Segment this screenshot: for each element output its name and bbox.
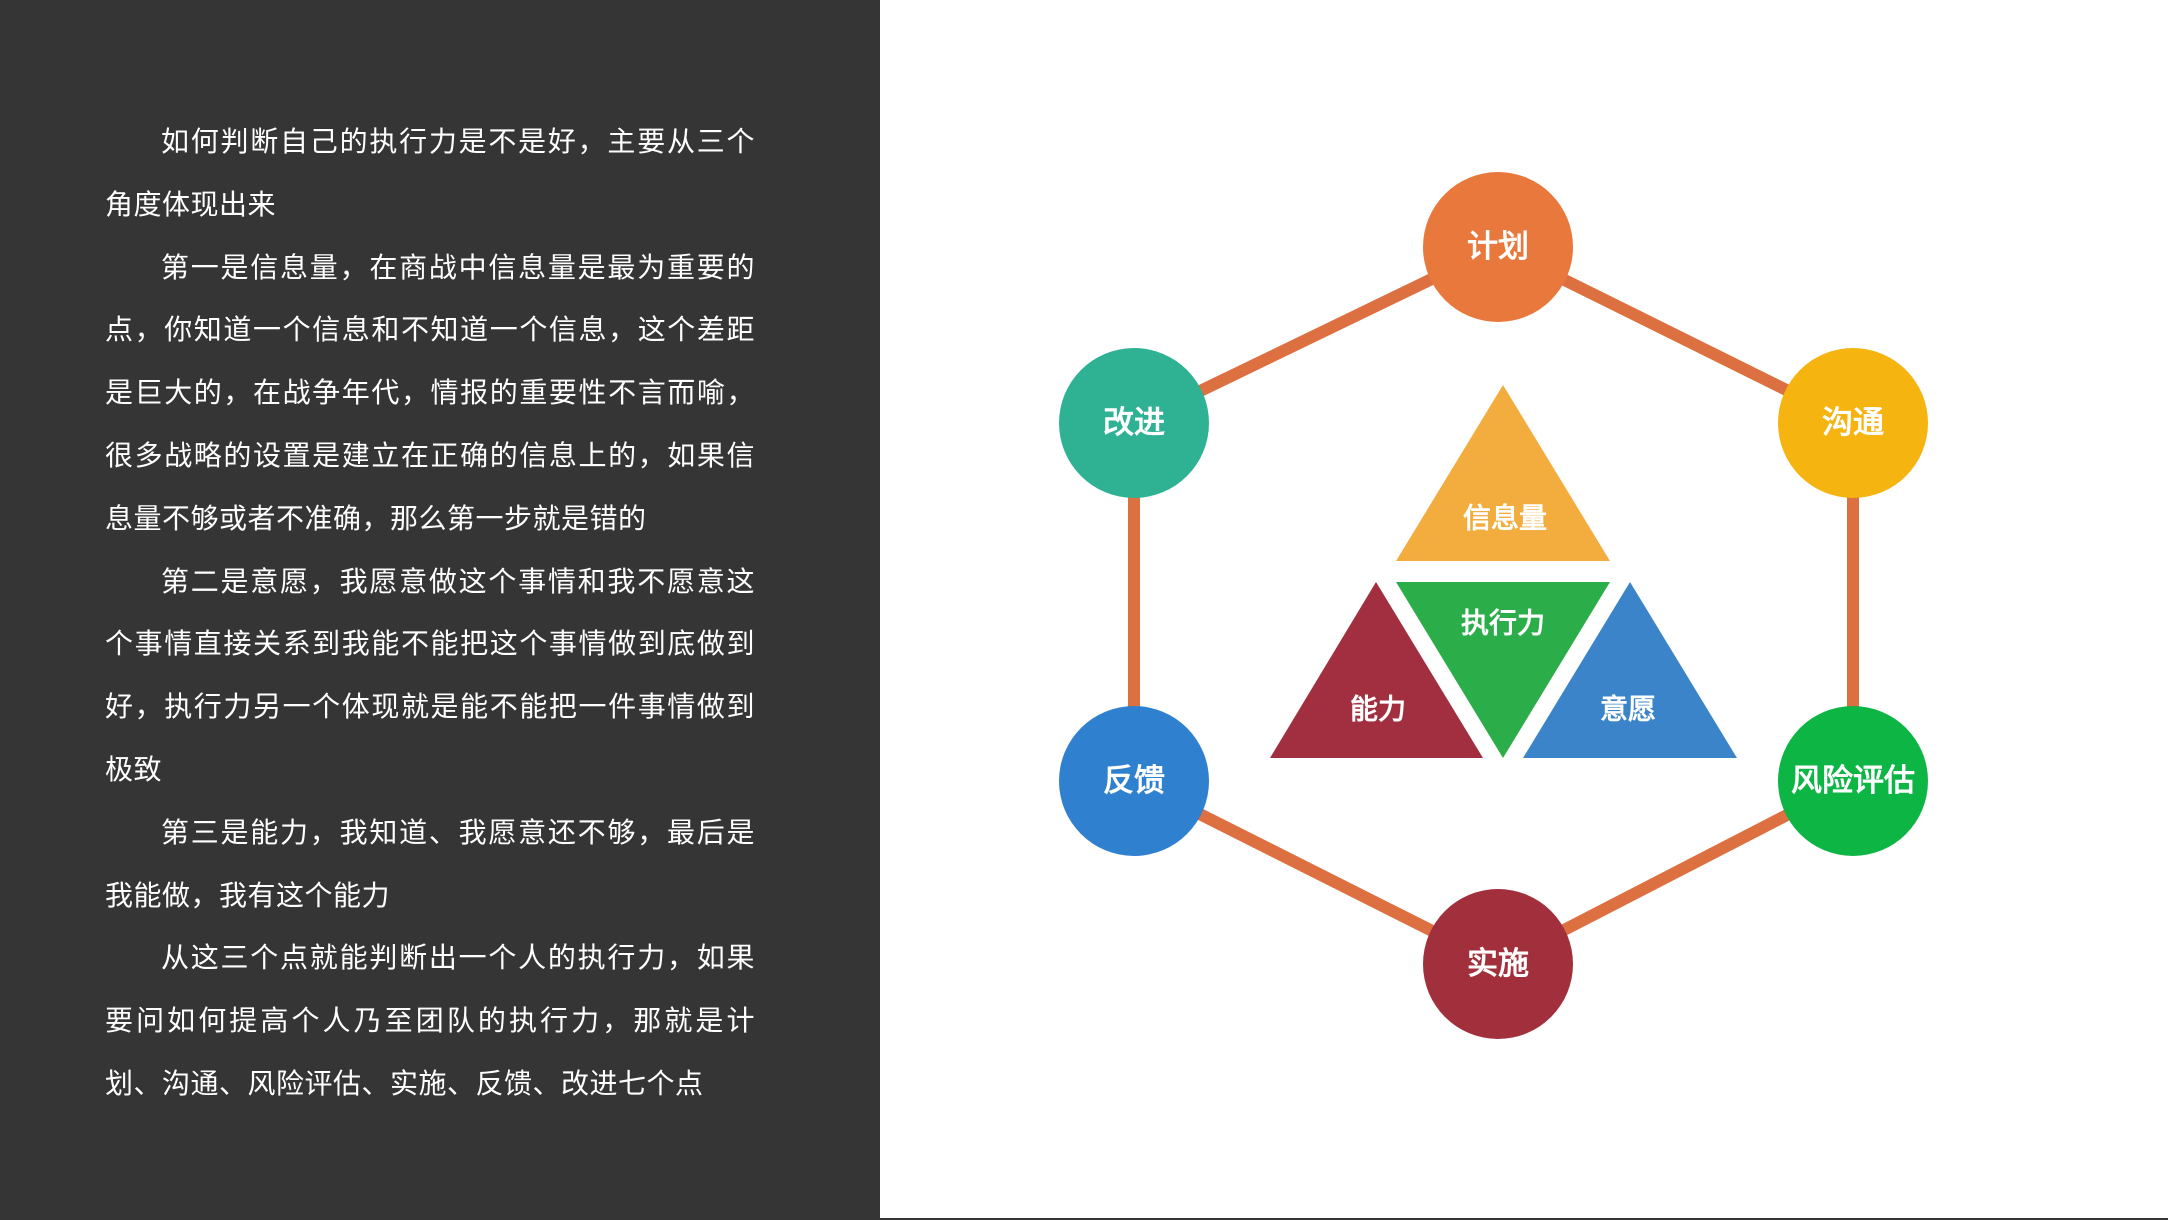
node-risk-assessment: 风险评估	[1778, 706, 1928, 856]
node-communication: 沟通	[1778, 348, 1928, 498]
triangle-willingness-label: 意愿	[1600, 693, 1656, 726]
node-plan-label: 计划	[1467, 229, 1529, 265]
triangle-information-label: 信息量	[1463, 502, 1547, 535]
node-risk-assessment-label: 风险评估	[1791, 763, 1915, 799]
node-implementation: 实施	[1423, 889, 1573, 1039]
node-plan: 计划	[1423, 172, 1573, 322]
triangle-ability-label: 能力	[1350, 693, 1406, 726]
node-improvement-label: 改进	[1103, 405, 1165, 441]
node-improvement: 改进	[1059, 348, 1209, 498]
execution-diagram: 信息量 执行力 能力 意愿 计划 沟通 风险评估 实施 反馈 改进	[1059, 172, 1928, 1039]
node-feedback-label: 反馈	[1103, 763, 1165, 799]
node-communication-label: 沟通	[1822, 405, 1884, 441]
triangle-information	[1396, 385, 1610, 561]
center-triangles: 信息量 执行力 能力 意愿	[1270, 385, 1737, 758]
node-feedback: 反馈	[1059, 706, 1209, 856]
triangle-execution-label: 执行力	[1461, 607, 1545, 640]
node-implementation-label: 实施	[1467, 946, 1529, 982]
